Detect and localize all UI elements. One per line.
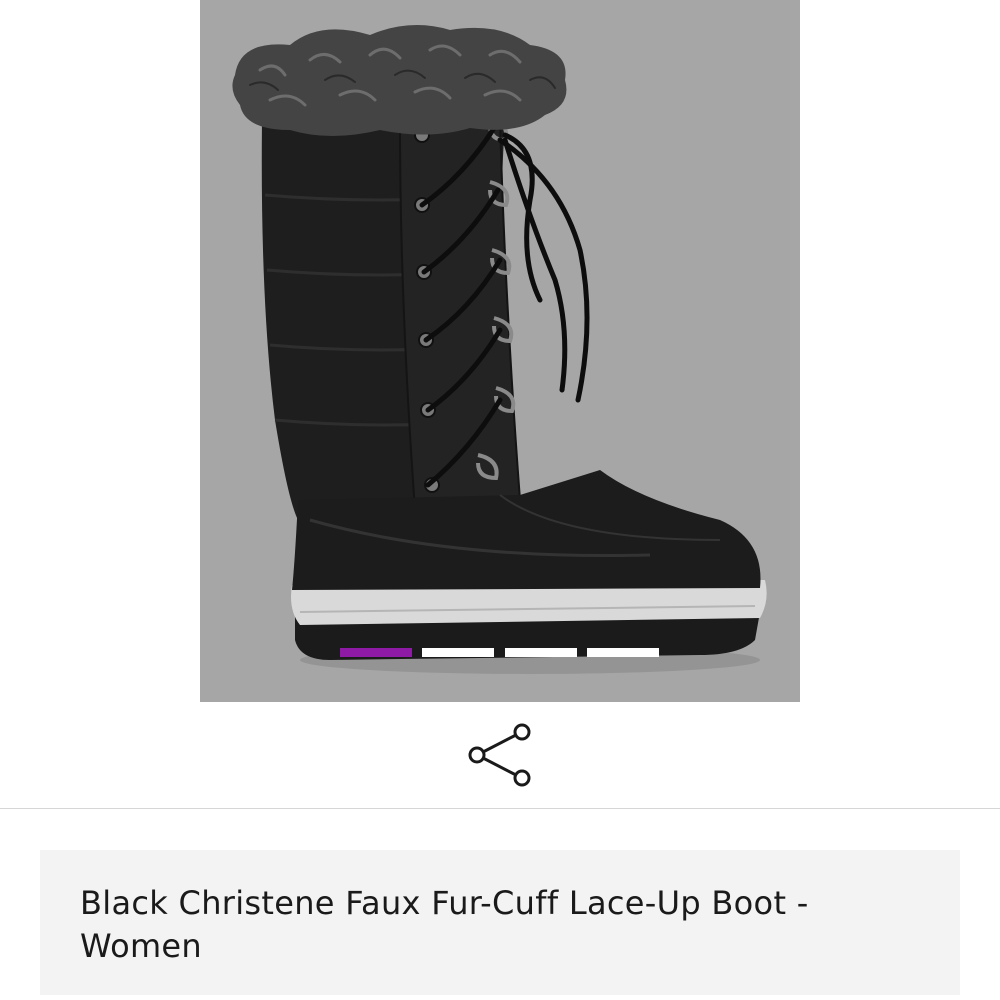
share-button[interactable]	[462, 717, 538, 793]
image-carousel-indicator	[340, 648, 660, 657]
carousel-dot-1[interactable]	[340, 648, 412, 657]
share-icon	[468, 723, 531, 787]
carousel-dot-3[interactable]	[505, 648, 577, 657]
product-image[interactable]	[200, 0, 800, 702]
product-title-card: Black Christene Faux Fur-Cuff Lace-Up Bo…	[40, 850, 960, 995]
product-title: Black Christene Faux Fur-Cuff Lace-Up Bo…	[80, 884, 809, 965]
carousel-dot-4[interactable]	[587, 648, 659, 657]
boot-illustration	[232, 25, 767, 674]
carousel-dot-2[interactable]	[422, 648, 494, 657]
section-divider	[0, 808, 1000, 809]
